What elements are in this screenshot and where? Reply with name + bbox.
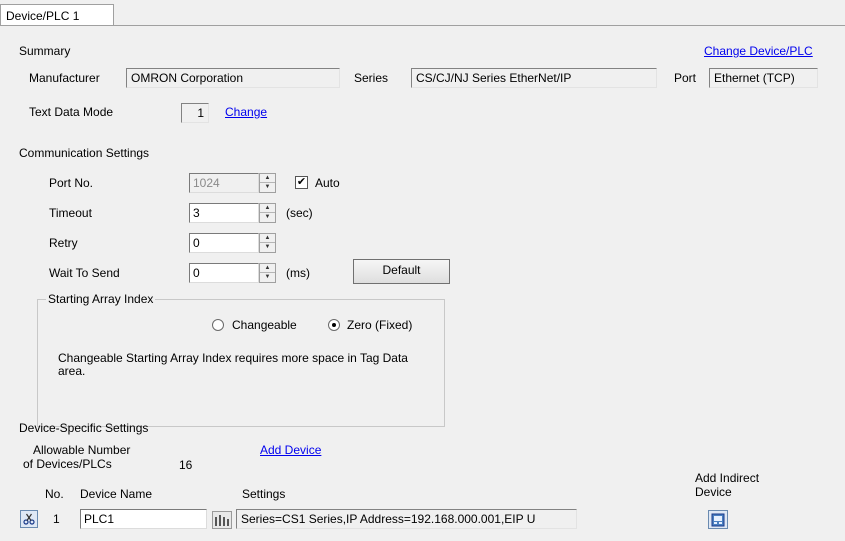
timeout-label: Timeout bbox=[49, 206, 92, 220]
device-settings-field: Series=CS1 Series,IP Address=192.168.000… bbox=[236, 509, 577, 529]
retry-input[interactable]: 0 bbox=[189, 233, 259, 253]
device-settings-title: Device-Specific Settings bbox=[19, 421, 149, 435]
retry-spinner[interactable]: ▲ ▼ bbox=[259, 233, 276, 253]
default-button[interactable]: Default bbox=[353, 259, 450, 284]
manufacturer-field: OMRON Corporation bbox=[126, 68, 340, 88]
changeable-radio[interactable] bbox=[212, 319, 224, 331]
spin-down-icon[interactable]: ▼ bbox=[260, 243, 275, 252]
auto-label: Auto bbox=[315, 176, 340, 190]
spin-down-icon[interactable]: ▼ bbox=[260, 273, 275, 282]
wait-to-send-unit: (ms) bbox=[286, 266, 310, 280]
col-no-header: No. bbox=[45, 487, 64, 501]
col-settings-header: Settings bbox=[242, 487, 286, 501]
changeable-label: Changeable bbox=[232, 318, 297, 332]
allowable-number-label-2: of Devices/PLCs bbox=[23, 457, 112, 471]
spin-up-icon[interactable]: ▲ bbox=[260, 204, 275, 213]
summary-title: Summary bbox=[19, 44, 71, 58]
retry-label: Retry bbox=[49, 236, 78, 250]
zero-fixed-radio[interactable] bbox=[328, 319, 340, 331]
text-data-mode-field: 1 bbox=[181, 103, 209, 123]
spin-down-icon[interactable]: ▼ bbox=[260, 213, 275, 222]
spin-up-icon[interactable]: ▲ bbox=[260, 174, 275, 183]
spin-down-icon[interactable]: ▼ bbox=[260, 183, 275, 192]
wait-to-send-input[interactable]: 0 bbox=[189, 263, 259, 283]
port-no-label: Port No. bbox=[49, 176, 94, 190]
tab-label: Device/PLC 1 bbox=[6, 9, 80, 23]
timeout-unit: (sec) bbox=[286, 206, 313, 220]
port-no-spinner[interactable]: ▲ ▼ bbox=[259, 173, 276, 193]
text-data-mode-label: Text Data Mode bbox=[29, 105, 114, 119]
change-device-plc-link[interactable]: Change Device/PLC bbox=[704, 44, 813, 58]
spin-up-icon[interactable]: ▲ bbox=[260, 264, 275, 273]
port-field: Ethernet (TCP) bbox=[709, 68, 818, 88]
allowable-number-label-1: Allowable Number bbox=[33, 443, 131, 457]
device-name-input[interactable]: PLC1 bbox=[80, 509, 207, 529]
radio-selected-dot bbox=[332, 323, 336, 327]
port-no-input[interactable]: 1024 bbox=[189, 173, 259, 193]
array-index-note: Changeable Starting Array Index requires… bbox=[58, 351, 408, 378]
auto-checkbox[interactable]: ✔ bbox=[295, 176, 308, 189]
port-label: Port bbox=[674, 71, 697, 85]
add-indirect-header-1: Add Indirect bbox=[695, 471, 760, 485]
checkmark-icon: ✔ bbox=[296, 176, 307, 188]
series-field: CS/CJ/NJ Series EtherNet/IP bbox=[411, 68, 657, 88]
tab-strip: Device/PLC 1 bbox=[0, 0, 845, 26]
starting-array-index-group: Starting Array Index Changeable Zero (Fi… bbox=[37, 292, 445, 427]
allowable-number-value: 16 bbox=[179, 458, 193, 472]
manufacturer-label: Manufacturer bbox=[29, 71, 100, 85]
spin-up-icon[interactable]: ▲ bbox=[260, 234, 275, 243]
scissors-icon[interactable] bbox=[20, 510, 38, 528]
comm-settings-title: Communication Settings bbox=[19, 146, 150, 160]
add-indirect-device-icon[interactable] bbox=[708, 510, 728, 529]
row-number: 1 bbox=[53, 512, 60, 526]
add-indirect-header-2: Device bbox=[695, 485, 732, 499]
settings-grid-icon[interactable] bbox=[212, 511, 232, 529]
tab-device-plc-1[interactable]: Device/PLC 1 bbox=[0, 4, 114, 26]
timeout-input[interactable]: 3 bbox=[189, 203, 259, 223]
zero-fixed-label: Zero (Fixed) bbox=[347, 318, 413, 332]
timeout-spinner[interactable]: ▲ ▼ bbox=[259, 203, 276, 223]
change-text-mode-link[interactable]: Change bbox=[225, 105, 267, 119]
settings-panel: Summary Change Device/PLC Manufacturer O… bbox=[0, 25, 845, 541]
wait-to-send-spinner[interactable]: ▲ ▼ bbox=[259, 263, 276, 283]
wait-to-send-label: Wait To Send bbox=[49, 266, 120, 280]
starting-array-index-title: Starting Array Index bbox=[46, 292, 156, 306]
add-device-link[interactable]: Add Device bbox=[260, 443, 321, 457]
series-label: Series bbox=[354, 71, 389, 85]
col-device-name-header: Device Name bbox=[80, 487, 153, 501]
